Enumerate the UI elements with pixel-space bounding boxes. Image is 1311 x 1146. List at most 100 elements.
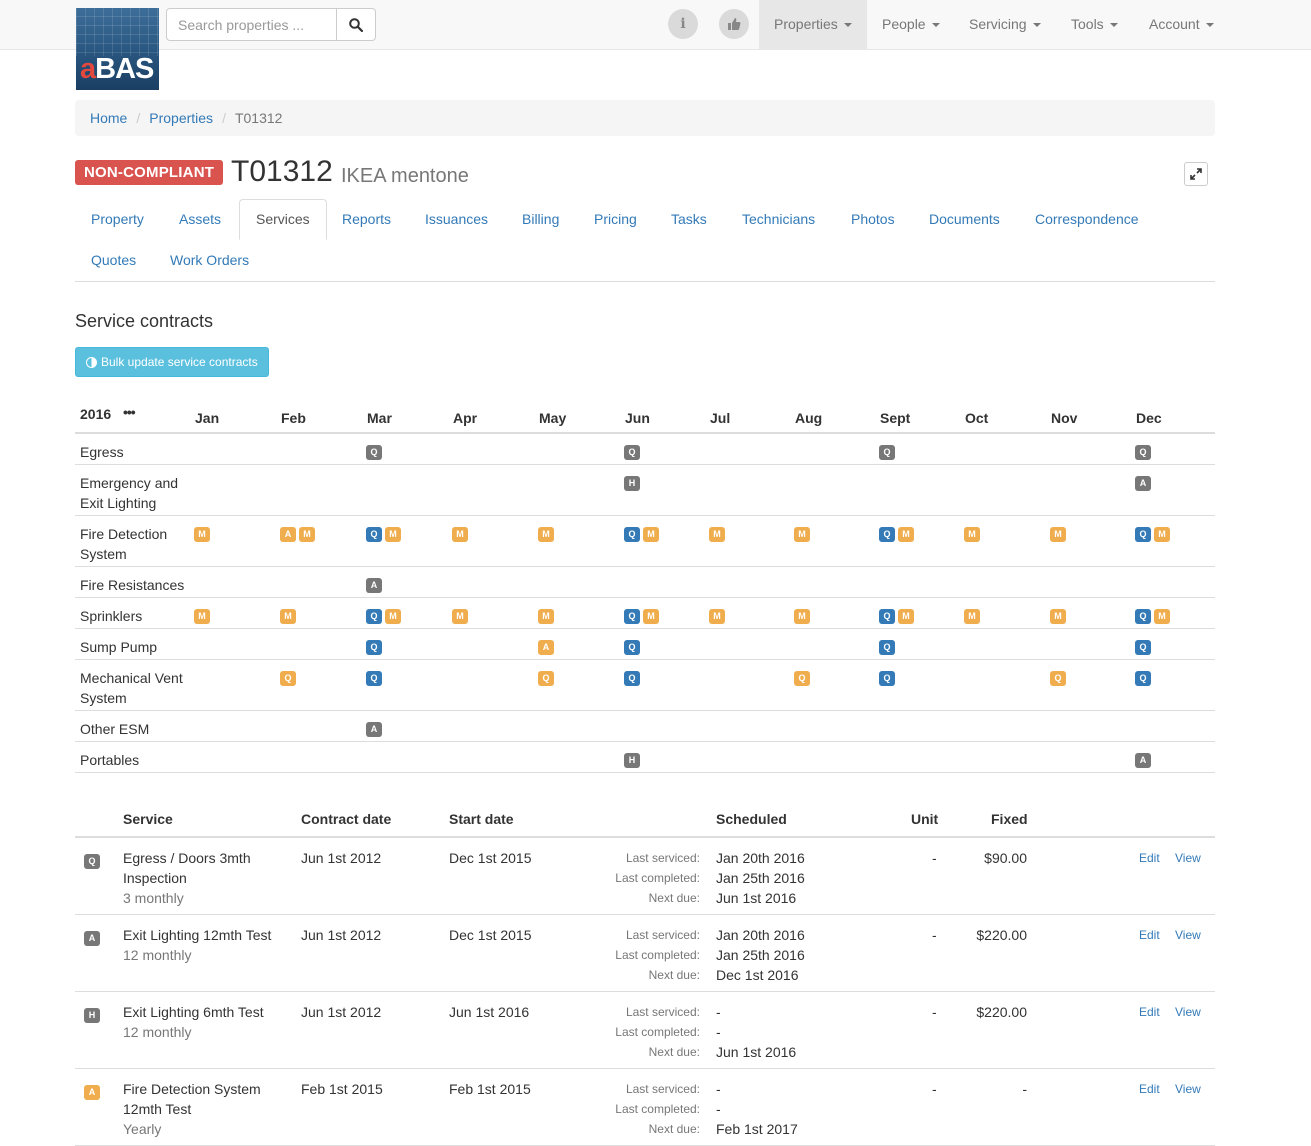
service-badge-m[interactable]: M [1050, 609, 1066, 624]
view-link[interactable]: View [1175, 925, 1201, 945]
search-input[interactable] [167, 9, 337, 40]
service-badge-q[interactable]: Q [879, 527, 895, 542]
breadcrumb-home[interactable]: Home [90, 110, 127, 126]
service-badge-a[interactable]: A [280, 527, 296, 542]
service-badge-m[interactable]: M [709, 527, 725, 542]
schedule-values: - - Feb 1st 2017 [716, 1079, 798, 1139]
service-badge-q[interactable]: Q [366, 609, 382, 624]
service-badge-q[interactable]: Q [879, 609, 895, 624]
service-badge-m[interactable]: M [299, 527, 315, 542]
next-due: Feb 1st 2017 [716, 1121, 798, 1137]
view-link[interactable]: View [1175, 848, 1201, 868]
tab-documents[interactable]: Documents [913, 199, 1016, 240]
nav-account[interactable]: Account [1134, 0, 1229, 49]
service-badge-q[interactable]: Q [366, 445, 382, 460]
tab-quotes[interactable]: Quotes [75, 240, 152, 281]
nav-people[interactable]: People [867, 0, 955, 49]
service-badge-m[interactable]: M [794, 609, 810, 624]
service-badge-a[interactable]: A [1135, 476, 1151, 491]
col-contract-date: Contract date [301, 811, 392, 827]
service-badge-m[interactable]: M [385, 609, 401, 624]
view-link[interactable]: View [1175, 1079, 1201, 1099]
tab-work-orders[interactable]: Work Orders [154, 240, 265, 281]
service-badge-q[interactable]: Q [624, 609, 640, 624]
service-type-badge: H [84, 1008, 100, 1023]
edit-link[interactable]: Edit [1139, 1002, 1160, 1022]
service-badge-a[interactable]: A [538, 640, 554, 655]
service-badge-q[interactable]: Q [366, 640, 382, 655]
feedback-button[interactable] [719, 9, 749, 39]
service-badge-m[interactable]: M [1154, 609, 1170, 624]
service-badge-q[interactable]: Q [624, 640, 640, 655]
bulk-update-button[interactable]: Bulk update service contracts [75, 347, 269, 377]
service-badge-q[interactable]: Q [1135, 609, 1151, 624]
service-badge-m[interactable]: M [385, 527, 401, 542]
nav-servicing[interactable]: Servicing [954, 0, 1056, 49]
nav-properties[interactable]: Properties [759, 0, 867, 49]
nav-tools[interactable]: Tools [1056, 0, 1133, 49]
service-badge-h[interactable]: H [624, 476, 640, 491]
service-badge-q[interactable]: Q [280, 671, 296, 686]
abas-logo[interactable]: aBAS [76, 8, 159, 90]
tab-services[interactable]: Services [239, 199, 327, 240]
service-badge-m[interactable]: M [1050, 527, 1066, 542]
service-badge-q[interactable]: Q [1135, 445, 1151, 460]
service-badge-a[interactable]: A [366, 578, 382, 593]
expand-button[interactable] [1184, 162, 1208, 186]
service-badge-h[interactable]: H [624, 753, 640, 768]
year-options-icon[interactable]: ••• [123, 404, 136, 420]
tab-billing[interactable]: Billing [506, 199, 575, 240]
service-badge-q[interactable]: Q [879, 445, 895, 460]
service-badge-m[interactable]: M [452, 609, 468, 624]
service-badge-m[interactable]: M [643, 527, 659, 542]
search-button[interactable] [336, 8, 375, 41]
service-badge-m[interactable]: M [538, 527, 554, 542]
service-badge-q[interactable]: Q [1135, 640, 1151, 655]
calendar-cell: QM [624, 609, 659, 624]
tab-issuances[interactable]: Issuances [409, 199, 504, 240]
service-badge-q[interactable]: Q [624, 527, 640, 542]
breadcrumb-properties[interactable]: Properties [149, 110, 213, 126]
service-badge-m[interactable]: M [794, 527, 810, 542]
service-badge-m[interactable]: M [538, 609, 554, 624]
tab-pricing[interactable]: Pricing [578, 199, 653, 240]
service-badge-q[interactable]: Q [1050, 671, 1066, 686]
service-badge-m[interactable]: M [1154, 527, 1170, 542]
service-badge-q[interactable]: Q [624, 671, 640, 686]
service-badge-m[interactable]: M [452, 527, 468, 542]
service-badge-q[interactable]: Q [366, 527, 382, 542]
service-badge-q[interactable]: Q [1135, 527, 1151, 542]
service-badge-q[interactable]: Q [624, 445, 640, 460]
tab-photos[interactable]: Photos [835, 199, 911, 240]
service-badge-m[interactable]: M [898, 527, 914, 542]
service-badge-m[interactable]: M [194, 527, 210, 542]
service-badge-q[interactable]: Q [538, 671, 554, 686]
col-start-date: Start date [449, 811, 514, 827]
tab-assets[interactable]: Assets [163, 199, 237, 240]
service-badge-q[interactable]: Q [794, 671, 810, 686]
edit-link[interactable]: Edit [1139, 848, 1160, 868]
tab-tasks[interactable]: Tasks [655, 199, 723, 240]
view-link[interactable]: View [1175, 1002, 1201, 1022]
edit-link[interactable]: Edit [1139, 1079, 1160, 1099]
service-badge-q[interactable]: Q [879, 671, 895, 686]
service-badge-m[interactable]: M [964, 527, 980, 542]
service-badge-m[interactable]: M [643, 609, 659, 624]
service-badge-m[interactable]: M [964, 609, 980, 624]
tab-technicians[interactable]: Technicians [726, 199, 831, 240]
edit-link[interactable]: Edit [1139, 925, 1160, 945]
service-badge-q[interactable]: Q [1135, 671, 1151, 686]
tab-correspondence[interactable]: Correspondence [1019, 199, 1155, 240]
nav-people-label: People [882, 16, 926, 32]
service-badge-a[interactable]: A [1135, 753, 1151, 768]
service-badge-a[interactable]: A [366, 722, 382, 737]
service-badge-q[interactable]: Q [879, 640, 895, 655]
tab-property[interactable]: Property [75, 199, 160, 240]
service-badge-m[interactable]: M [194, 609, 210, 624]
service-badge-m[interactable]: M [280, 609, 296, 624]
service-badge-q[interactable]: Q [366, 671, 382, 686]
info-button[interactable]: i [668, 9, 698, 39]
service-badge-m[interactable]: M [898, 609, 914, 624]
service-badge-m[interactable]: M [709, 609, 725, 624]
tab-reports[interactable]: Reports [326, 199, 407, 240]
